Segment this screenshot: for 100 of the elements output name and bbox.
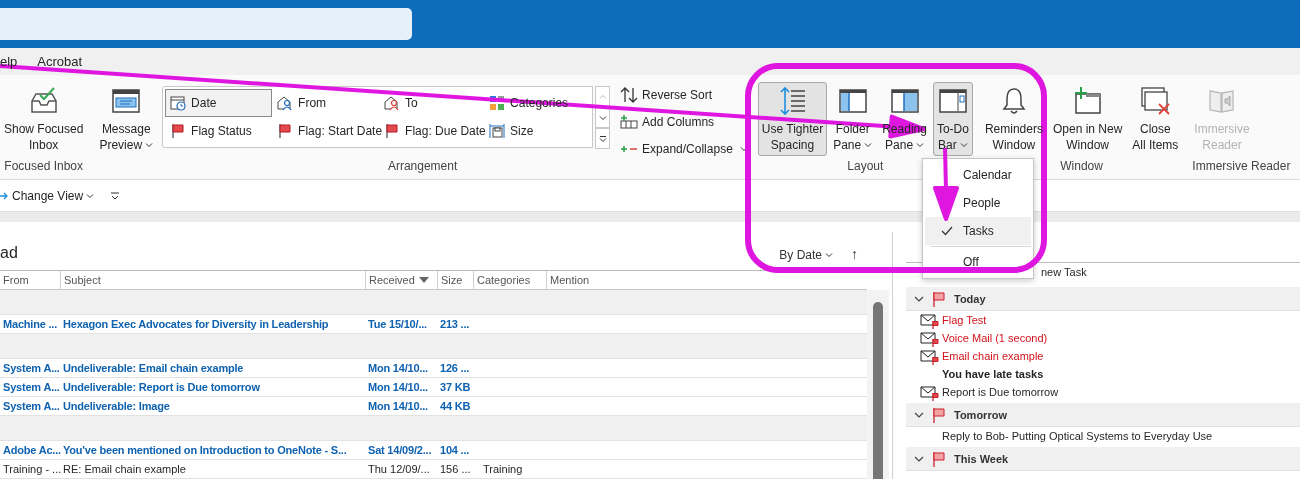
column-header[interactable]: Size — [437, 271, 473, 289]
arrangement-option[interactable]: Size — [484, 117, 591, 145]
customize-icon[interactable] — [110, 190, 121, 201]
task-title[interactable]: Flag Test — [942, 314, 987, 326]
arrangement-option[interactable]: Flag: Start Date — [272, 117, 380, 145]
flag-icon — [932, 290, 946, 307]
ribbon-button[interactable]: Add Columns — [618, 114, 717, 130]
table-cell-text: System A... — [2, 362, 60, 374]
flagged-mail-icon — [920, 313, 940, 329]
caret-icon — [86, 191, 95, 200]
contact-envelope-icon — [384, 95, 401, 111]
group-label: Immersive Reader — [1192, 159, 1291, 173]
flag-icon — [170, 123, 187, 139]
table-cell-text: Adobe Ac... — [2, 444, 60, 456]
flagged-mail-icon — [920, 349, 940, 365]
ribbon-button[interactable]: Use Tighter Spacing — [757, 82, 828, 156]
table-cell-text: You've been mentioned on Introduction to OneNote - S... — [62, 444, 348, 456]
table-cell-text: 126 ... — [439, 362, 471, 374]
group-label: Arrangement — [387, 159, 458, 173]
table-cell-text: Undeliverable: Image — [62, 400, 171, 412]
search-field[interactable] — [0, 8, 412, 40]
task-title[interactable]: Email chain example — [942, 350, 1044, 362]
caret-icon — [864, 141, 873, 149]
column-header[interactable]: Mention — [546, 271, 825, 289]
ribbon-button[interactable]: To-Do Bar — [932, 82, 973, 156]
sort-button[interactable]: By Date — [773, 247, 839, 263]
table-cell-text: Mon 14/10... — [367, 362, 429, 374]
more-button[interactable] — [595, 128, 611, 149]
add-columns-icon — [620, 114, 639, 130]
group-label: Layout — [847, 159, 884, 173]
table-cell-text: Training - ... — [2, 463, 60, 475]
scrollbar[interactable] — [867, 290, 889, 479]
ribbon-button[interactable]: Reverse Sort — [618, 87, 715, 103]
contact-envelope-icon — [277, 95, 294, 111]
folder-title: ad — [0, 243, 19, 263]
flagged-mail-icon — [920, 331, 940, 347]
sort-direction-button[interactable]: ↑ — [845, 245, 864, 263]
change-view-button[interactable]: Change View — [8, 188, 99, 203]
menu-tab[interactable]: Acrobat — [37, 54, 83, 69]
table-cell-text: Mon 14/10... — [367, 400, 429, 412]
caret-icon — [959, 141, 968, 149]
scrollbar-thumb[interactable] — [873, 302, 883, 479]
check-icon — [941, 226, 953, 236]
task-title[interactable]: Voice Mail (1 second) — [942, 332, 1048, 344]
caret-icon — [145, 141, 154, 149]
chevron-up-icon — [598, 92, 607, 101]
task-title[interactable]: Report is Due tomorrow — [942, 386, 1059, 398]
ribbon-button[interactable]: Show Focused Inbox — [0, 82, 88, 156]
caret-icon — [916, 141, 925, 149]
group-label: Window — [1060, 159, 1103, 173]
table-cell-text: 156 ... — [439, 463, 472, 475]
task-group-header[interactable]: Today — [906, 287, 1300, 311]
flag-icon — [384, 123, 401, 139]
task-group-header[interactable]: Tomorrow — [906, 403, 1300, 427]
table-cell-text: 44 KB — [439, 400, 472, 412]
table-cell-text: Undeliverable: Report is Due tomorrow — [62, 381, 261, 393]
column-header[interactable]: Categories — [473, 271, 546, 289]
table-cell-text: System A... — [2, 400, 60, 412]
table-cell-text: 104 ... — [439, 444, 471, 456]
arrangement-option[interactable]: Flag Status — [165, 117, 273, 145]
table-cell-text: Sat 14/09/2... — [367, 444, 433, 456]
chevron-down-icon — [825, 251, 833, 259]
flag-icon — [277, 123, 294, 139]
scroll-down-button[interactable] — [595, 107, 611, 128]
table-cell-text: Thu 12/09/... — [367, 463, 431, 475]
table-cell-text: 213 ... — [439, 318, 471, 330]
table-cell-text: Undeliverable: Email chain example — [62, 362, 245, 374]
table-cell-text: Mon 14/10... — [367, 381, 429, 393]
size-icon — [489, 123, 506, 139]
table-cell-text: Training — [482, 463, 524, 475]
table-cell-text: Tue 15/10/... — [367, 318, 428, 330]
sort-arrows-icon — [620, 87, 639, 103]
table-cell-text: RE: Email chain example — [62, 463, 187, 475]
chevron-down-icon — [598, 113, 607, 122]
menu-item[interactable]: People — [925, 189, 1031, 217]
sort-arrow-icon — [418, 277, 429, 283]
ribbon-button[interactable]: Message Preview — [95, 82, 158, 156]
table-cell-text: System A... — [2, 381, 60, 393]
flagged-mail-icon — [920, 385, 940, 401]
column-header[interactable]: Subject — [60, 271, 365, 289]
column-header[interactable]: Received — [365, 271, 437, 289]
ribbon-button[interactable]: Open in New Window — [1048, 82, 1127, 156]
flag-icon — [932, 406, 946, 423]
close-windows-icon — [1139, 85, 1172, 117]
caret-icon — [739, 145, 748, 153]
ribbon-button[interactable]: Expand/Collapse — [618, 141, 750, 157]
calendar-clock-icon — [170, 95, 187, 111]
more-icon — [598, 134, 607, 143]
table-cell-text: Machine ... — [2, 318, 59, 330]
menu-item[interactable]: Tasks — [925, 217, 1031, 245]
task-title[interactable]: Reply to Bob- Putting Optical Systems to Everyday Use — [942, 430, 1213, 442]
arrangement-option[interactable]: Date — [165, 89, 273, 117]
task-title[interactable]: You have late tasks — [942, 368, 1044, 380]
task-group-header[interactable]: This Week — [906, 447, 1300, 471]
column-header[interactable]: From — [0, 271, 60, 289]
table-cell-text: 37 KB — [439, 381, 472, 393]
ribbon-button[interactable]: Close All Items — [1128, 82, 1183, 156]
group-label: Focused Inbox — [4, 159, 84, 173]
table-cell-text: Hexagon Exec Advocates for Diversity in Leadership — [62, 318, 330, 330]
menu-item[interactable]: Calendar — [925, 161, 1031, 189]
